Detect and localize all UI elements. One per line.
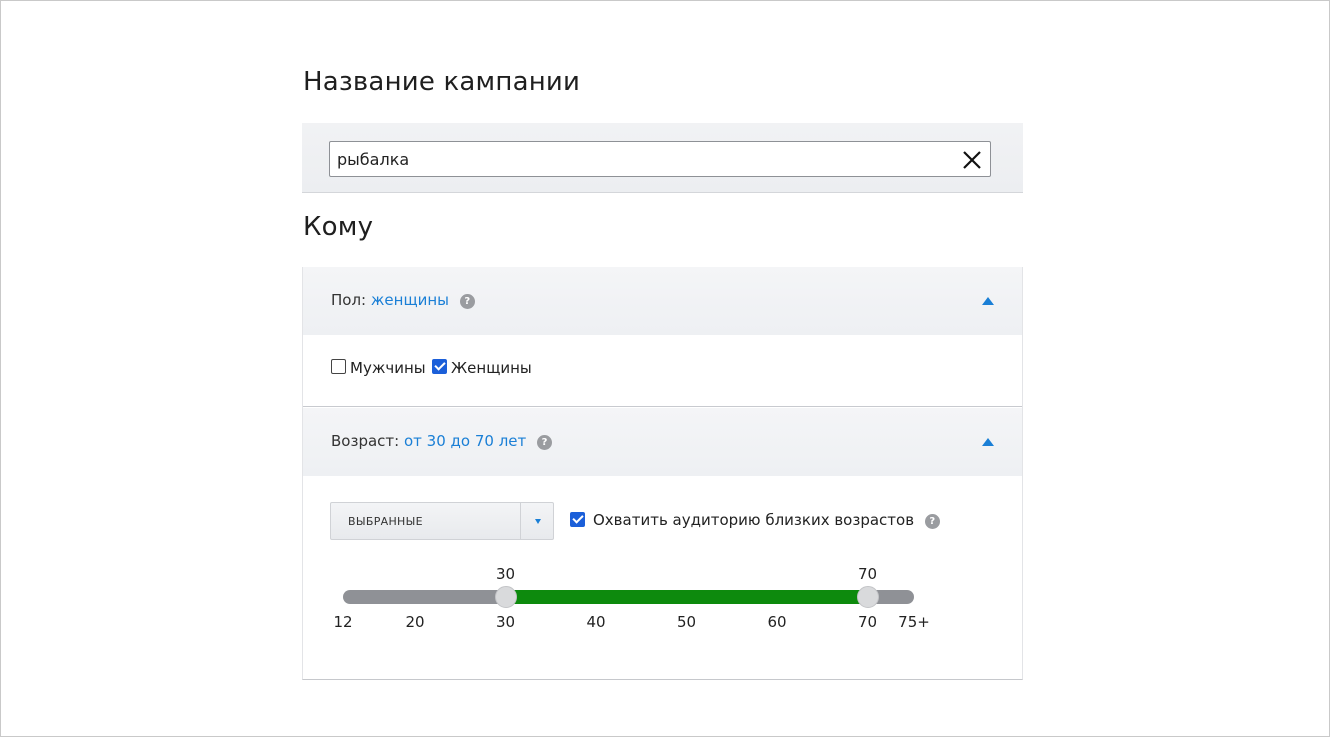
age-label: Возраст:: [331, 432, 400, 450]
age-section-header[interactable]: Возраст: от 30 до 70 лет ?: [303, 408, 1022, 476]
age-slider-range: [505, 590, 868, 604]
age-tick-label: 60: [767, 613, 787, 631]
age-tick-label: 75+: [898, 613, 930, 631]
age-tick-label: 50: [676, 613, 697, 631]
campaign-name-input[interactable]: [330, 142, 950, 176]
nearby-help-icon[interactable]: ?: [924, 514, 940, 529]
gender-label: Пол:: [331, 291, 367, 309]
audience-heading: Кому: [303, 212, 374, 242]
dropdown-divider: [520, 503, 521, 539]
gender-value: женщины: [370, 291, 449, 309]
age-mode-dropdown[interactable]: ВЫБРАННЫЕ: [330, 502, 554, 540]
female-checkbox[interactable]: [432, 359, 447, 374]
gender-section-header[interactable]: Пол: женщины ?: [303, 267, 1022, 335]
age-max-readout: 70: [857, 565, 878, 583]
age-value: от 30 до 70 лет: [403, 432, 527, 450]
audience-panel: Пол: женщины ? Мужчины Женщины Возраст: …: [302, 267, 1023, 680]
gender-help-icon[interactable]: ?: [459, 294, 475, 309]
campaign-name-panel: [302, 123, 1023, 193]
age-summary: Возраст: от 30 до 70 лет ?: [331, 432, 553, 450]
gender-options: Мужчины Женщины: [303, 335, 1022, 407]
age-min-handle[interactable]: [494, 586, 517, 608]
age-tick-label: 70: [857, 613, 878, 631]
collapse-caret-icon[interactable]: [982, 297, 994, 305]
clear-button[interactable]: [960, 148, 984, 172]
age-help-icon[interactable]: ?: [537, 435, 553, 450]
close-icon: [963, 151, 981, 169]
nearby-ages-checkbox[interactable]: [570, 512, 585, 527]
page-frame: Название кампании Кому Пол: женщины ? Му…: [0, 0, 1330, 737]
collapse-caret-icon[interactable]: [982, 438, 994, 446]
age-max-handle[interactable]: [856, 586, 879, 608]
gender-summary: Пол: женщины ?: [331, 291, 475, 309]
age-mode-value: ВЫБРАННЫЕ: [348, 515, 423, 528]
male-checkbox[interactable]: [331, 359, 346, 374]
chevron-down-icon: [535, 519, 541, 524]
campaign-name-field: [329, 141, 991, 177]
age-min-readout: 30: [495, 565, 516, 583]
age-tick-label: 40: [586, 613, 606, 631]
age-tick-label: 12: [333, 613, 353, 631]
male-label[interactable]: Мужчины: [350, 359, 426, 377]
campaign-name-heading: Название кампании: [303, 67, 581, 97]
nearby-ages-text: Охватить аудиторию близких возрастов: [593, 511, 915, 529]
age-tick-label: 30: [495, 613, 516, 631]
age-tick-label: 20: [405, 613, 425, 631]
nearby-ages-label[interactable]: Охватить аудиторию близких возрастов ?: [593, 511, 940, 529]
female-label[interactable]: Женщины: [451, 359, 532, 377]
